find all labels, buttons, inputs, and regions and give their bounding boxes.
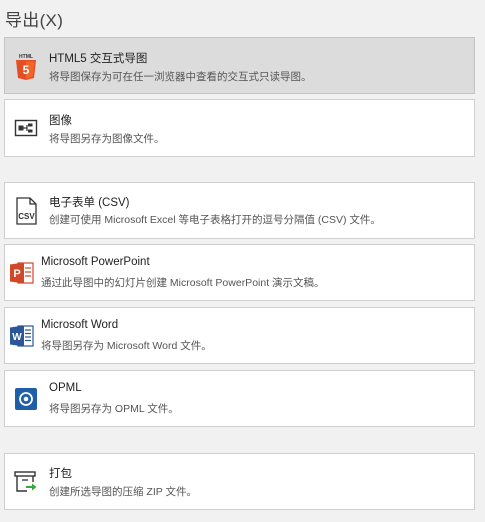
item-description: 将导图另存为 OPML 文件。 — [49, 403, 179, 415]
powerpoint-icon: P — [9, 258, 35, 288]
package-zip-icon — [13, 467, 39, 497]
csv-file-icon: CSV — [13, 196, 39, 226]
export-word-option[interactable]: W Microsoft Word 将导图另存为 Microsoft Word 文… — [4, 307, 475, 364]
opml-icon — [13, 384, 39, 414]
export-opml-option[interactable]: OPML 将导图另存为 OPML 文件。 — [4, 370, 475, 427]
image-export-icon — [13, 113, 39, 143]
item-title: OPML — [49, 382, 82, 394]
item-title: Microsoft Word — [41, 319, 119, 331]
export-csv-option[interactable]: CSV 电子表单 (CSV) 创建可使用 Microsoft Excel 等电子… — [4, 182, 475, 239]
item-description: 将导图另存为图像文件。 — [49, 133, 165, 145]
word-icon: W — [9, 321, 35, 351]
svg-text:P: P — [13, 268, 20, 280]
item-description: 将导图保存为可在任一浏览器中查看的交互式只读导图。 — [49, 71, 312, 83]
item-title: 打包 — [49, 468, 72, 480]
item-title: Microsoft PowerPoint — [41, 256, 150, 268]
svg-text:5: 5 — [23, 63, 30, 77]
svg-text:W: W — [12, 332, 22, 343]
item-title: HTML5 交互式导图 — [49, 53, 148, 65]
svg-text:HTML: HTML — [19, 54, 33, 60]
svg-text:CSV: CSV — [18, 212, 35, 221]
page-title: 导出(X) — [5, 11, 64, 30]
item-description: 创建所选导图的压缩 ZIP 文件。 — [49, 486, 197, 498]
export-powerpoint-option[interactable]: P Microsoft PowerPoint 通过此导图中的幻灯片创建 Micr… — [4, 244, 475, 301]
item-description: 创建可使用 Microsoft Excel 等电子表格打开的逗号分隔值 (CSV… — [49, 214, 381, 226]
item-description: 将导图另存为 Microsoft Word 文件。 — [41, 340, 212, 352]
item-title: 电子表单 (CSV) — [49, 197, 130, 209]
export-package-option[interactable]: 打包 创建所选导图的压缩 ZIP 文件。 — [4, 453, 475, 510]
export-html5-option[interactable]: HTML 5 HTML5 交互式导图 将导图保存为可在任一浏览器中查看的交互式只… — [4, 37, 475, 94]
item-title: 图像 — [49, 115, 72, 127]
item-description: 通过此导图中的幻灯片创建 Microsoft PowerPoint 演示文稿。 — [41, 277, 325, 289]
html5-icon: HTML 5 — [13, 51, 39, 81]
export-image-option[interactable]: 图像 将导图另存为图像文件。 — [4, 99, 475, 157]
